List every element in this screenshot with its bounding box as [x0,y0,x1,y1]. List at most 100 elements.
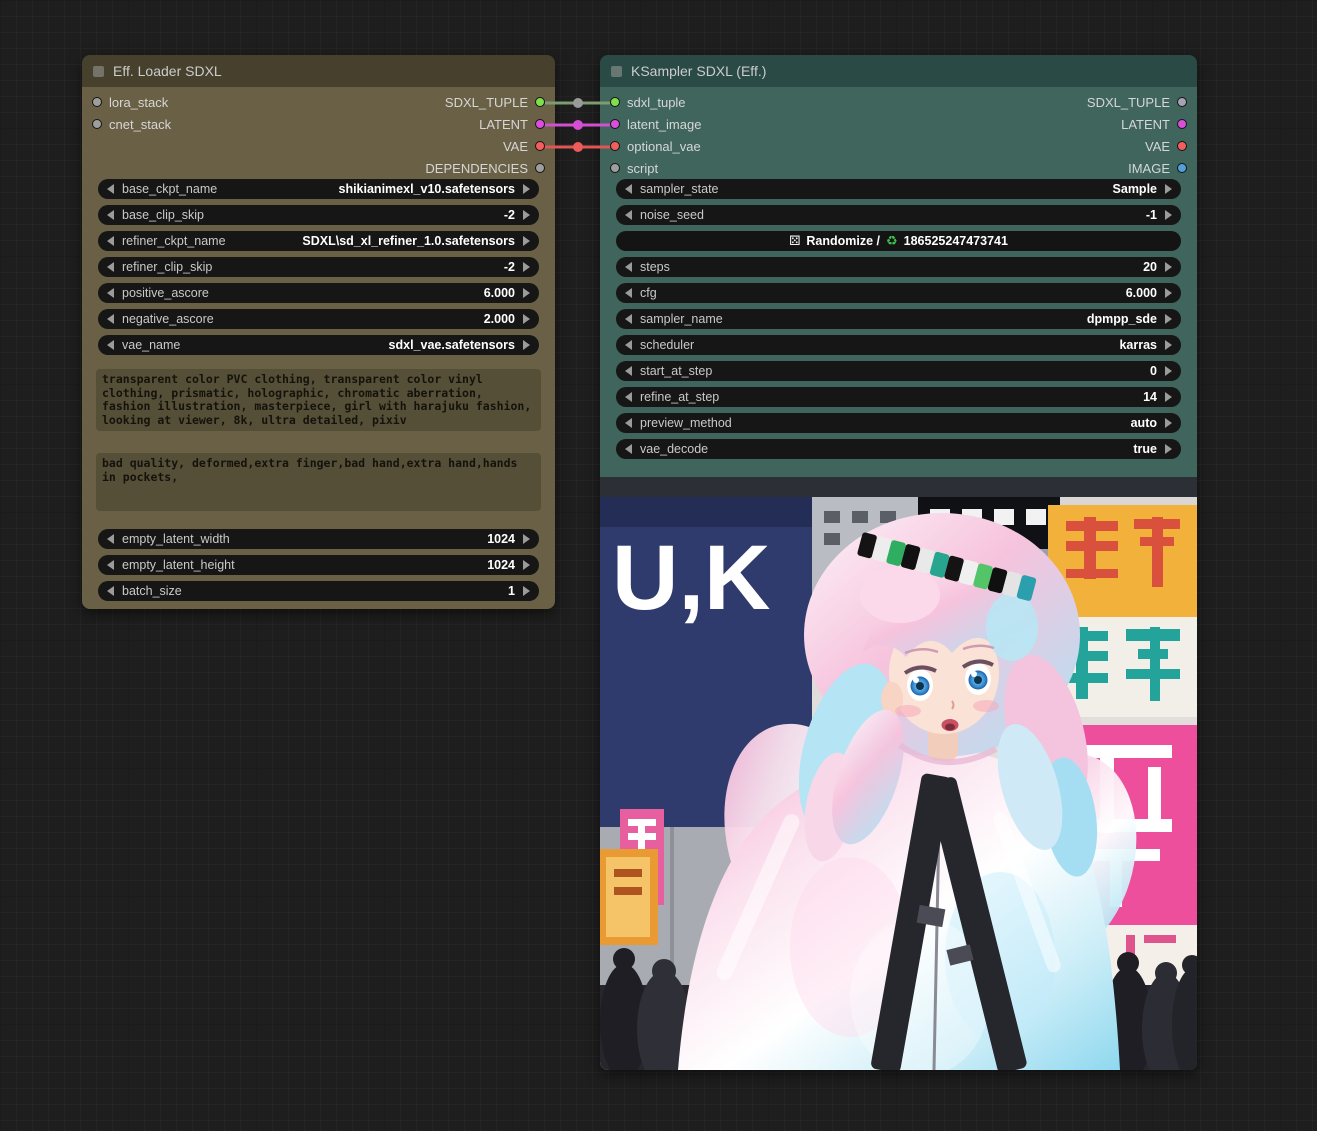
widget-preview-method[interactable]: preview_method auto [616,413,1181,433]
input-slot-cnet-stack[interactable]: cnet_stack [92,113,171,135]
increment-arrow-icon[interactable] [523,340,530,350]
positive-prompt-textarea[interactable]: transparent color PVC clothing, transpar… [96,369,541,431]
widget-negative-ascore[interactable]: negative_ascore 2.000 [98,309,539,329]
increment-arrow-icon[interactable] [1165,340,1172,350]
widget-refiner-ckpt-name[interactable]: refiner_ckpt_name SDXL\sd_xl_refiner_1.0… [98,231,539,251]
widget-batch-size[interactable]: batch_size 1 [98,581,539,601]
slot-dot-latent-image[interactable] [610,119,620,129]
widget-scheduler[interactable]: scheduler karras [616,335,1181,355]
decrement-arrow-icon[interactable] [625,210,632,220]
slot-dot-lora-stack[interactable] [92,97,102,107]
increment-arrow-icon[interactable] [523,288,530,298]
graph-canvas[interactable]: Eff. Loader SDXL lora_stack cnet_stack [0,0,1317,1131]
decrement-arrow-icon[interactable] [107,288,114,298]
increment-arrow-icon[interactable] [523,262,530,272]
decrement-arrow-icon[interactable] [625,366,632,376]
output-slot-image[interactable]: IMAGE [1087,157,1187,179]
increment-arrow-icon[interactable] [1165,288,1172,298]
slot-dot-sdxl-tuple[interactable] [535,97,545,107]
decrement-arrow-icon[interactable] [625,444,632,454]
widget-empty-latent-height[interactable]: empty_latent_height 1024 [98,555,539,575]
increment-arrow-icon[interactable] [1165,366,1172,376]
increment-arrow-icon[interactable] [523,586,530,596]
output-slot-vae[interactable]: VAE [1087,135,1187,157]
output-slot-latent[interactable]: LATENT [425,113,545,135]
output-slot-dependencies[interactable]: DEPENDENCIES [425,157,545,179]
widget-refine-at-step[interactable]: refine_at_step 14 [616,387,1181,407]
increment-arrow-icon[interactable] [1165,184,1172,194]
output-slot-vae[interactable]: VAE [425,135,545,157]
decrement-arrow-icon[interactable] [107,184,114,194]
loader-title-bar[interactable]: Eff. Loader SDXL [82,55,555,87]
decrement-arrow-icon[interactable] [107,560,114,570]
increment-arrow-icon[interactable] [1165,314,1172,324]
decrement-arrow-icon[interactable] [107,586,114,596]
widget-positive-ascore[interactable]: positive_ascore 6.000 [98,283,539,303]
slot-dot-image-out[interactable] [1177,163,1187,173]
decrement-arrow-icon[interactable] [107,210,114,220]
decrement-arrow-icon[interactable] [107,340,114,350]
slot-dot-sdxl-tuple-out[interactable] [1177,97,1187,107]
decrement-arrow-icon[interactable] [107,236,114,246]
widget-sampler-name[interactable]: sampler_name dpmpp_sde [616,309,1181,329]
widget-vae-name[interactable]: vae_name sdxl_vae.safetensors [98,335,539,355]
slot-dot-cnet-stack[interactable] [92,119,102,129]
increment-arrow-icon[interactable] [523,560,530,570]
widget-base-ckpt-name[interactable]: base_ckpt_name shikianimexl_v10.safetens… [98,179,539,199]
widget-sampler-state[interactable]: sampler_state Sample [616,179,1181,199]
slot-dot-latent[interactable] [535,119,545,129]
decrement-arrow-icon[interactable] [625,340,632,350]
widget-steps[interactable]: steps 20 [616,257,1181,277]
node-eff-loader-sdxl[interactable]: Eff. Loader SDXL lora_stack cnet_stack [82,55,555,609]
increment-arrow-icon[interactable] [1165,418,1172,428]
link-dot-vae[interactable] [573,142,583,152]
ksampler-title-bar[interactable]: KSampler SDXL (Eff.) [600,55,1197,87]
widget-vae-decode[interactable]: vae_decode true [616,439,1181,459]
slot-dot-sdxl-tuple[interactable] [610,97,620,107]
input-slot-sdxl-tuple[interactable]: sdxl_tuple [610,91,701,113]
slot-dot-vae[interactable] [535,141,545,151]
increment-arrow-icon[interactable] [1165,444,1172,454]
output-slot-latent[interactable]: LATENT [1087,113,1187,135]
decrement-arrow-icon[interactable] [625,184,632,194]
widget-cfg[interactable]: cfg 6.000 [616,283,1181,303]
slot-dot-script[interactable] [610,163,620,173]
increment-arrow-icon[interactable] [523,184,530,194]
widget-noise-seed[interactable]: noise_seed -1 [616,205,1181,225]
collapse-icon[interactable] [93,66,104,77]
decrement-arrow-icon[interactable] [625,314,632,324]
decrement-arrow-icon[interactable] [107,314,114,324]
randomize-seed-button[interactable]: ⚄ Randomize / ♻ 186525247473741 [616,231,1181,251]
decrement-arrow-icon[interactable] [625,288,632,298]
decrement-arrow-icon[interactable] [107,534,114,544]
widget-base-clip-skip[interactable]: base_clip_skip -2 [98,205,539,225]
slot-dot-optional-vae[interactable] [610,141,620,151]
widget-start-at-step[interactable]: start_at_step 0 [616,361,1181,381]
negative-prompt-textarea[interactable]: bad quality, deformed,extra finger,bad h… [96,453,541,511]
input-slot-optional-vae[interactable]: optional_vae [610,135,701,157]
link-dot-latent[interactable] [573,120,583,130]
slot-dot-dependencies[interactable] [535,163,545,173]
input-slot-latent-image[interactable]: latent_image [610,113,701,135]
collapse-icon[interactable] [611,66,622,77]
output-slot-sdxl-tuple[interactable]: SDXL_TUPLE [425,91,545,113]
increment-arrow-icon[interactable] [523,534,530,544]
increment-arrow-icon[interactable] [1165,210,1172,220]
increment-arrow-icon[interactable] [523,236,530,246]
input-slot-script[interactable]: script [610,157,701,179]
decrement-arrow-icon[interactable] [625,392,632,402]
link-dot-sdxl-tuple[interactable] [573,98,583,108]
input-slot-lora-stack[interactable]: lora_stack [92,91,171,113]
increment-arrow-icon[interactable] [1165,262,1172,272]
decrement-arrow-icon[interactable] [107,262,114,272]
increment-arrow-icon[interactable] [523,314,530,324]
widget-empty-latent-width[interactable]: empty_latent_width 1024 [98,529,539,549]
slot-dot-latent-out[interactable] [1177,119,1187,129]
slot-dot-vae-out[interactable] [1177,141,1187,151]
increment-arrow-icon[interactable] [523,210,530,220]
decrement-arrow-icon[interactable] [625,418,632,428]
node-ksampler-sdxl[interactable]: KSampler SDXL (Eff.) sdxl_tuple latent_i… [600,55,1197,1070]
widget-refiner-clip-skip[interactable]: refiner_clip_skip -2 [98,257,539,277]
increment-arrow-icon[interactable] [1165,392,1172,402]
output-slot-sdxl-tuple[interactable]: SDXL_TUPLE [1087,91,1187,113]
